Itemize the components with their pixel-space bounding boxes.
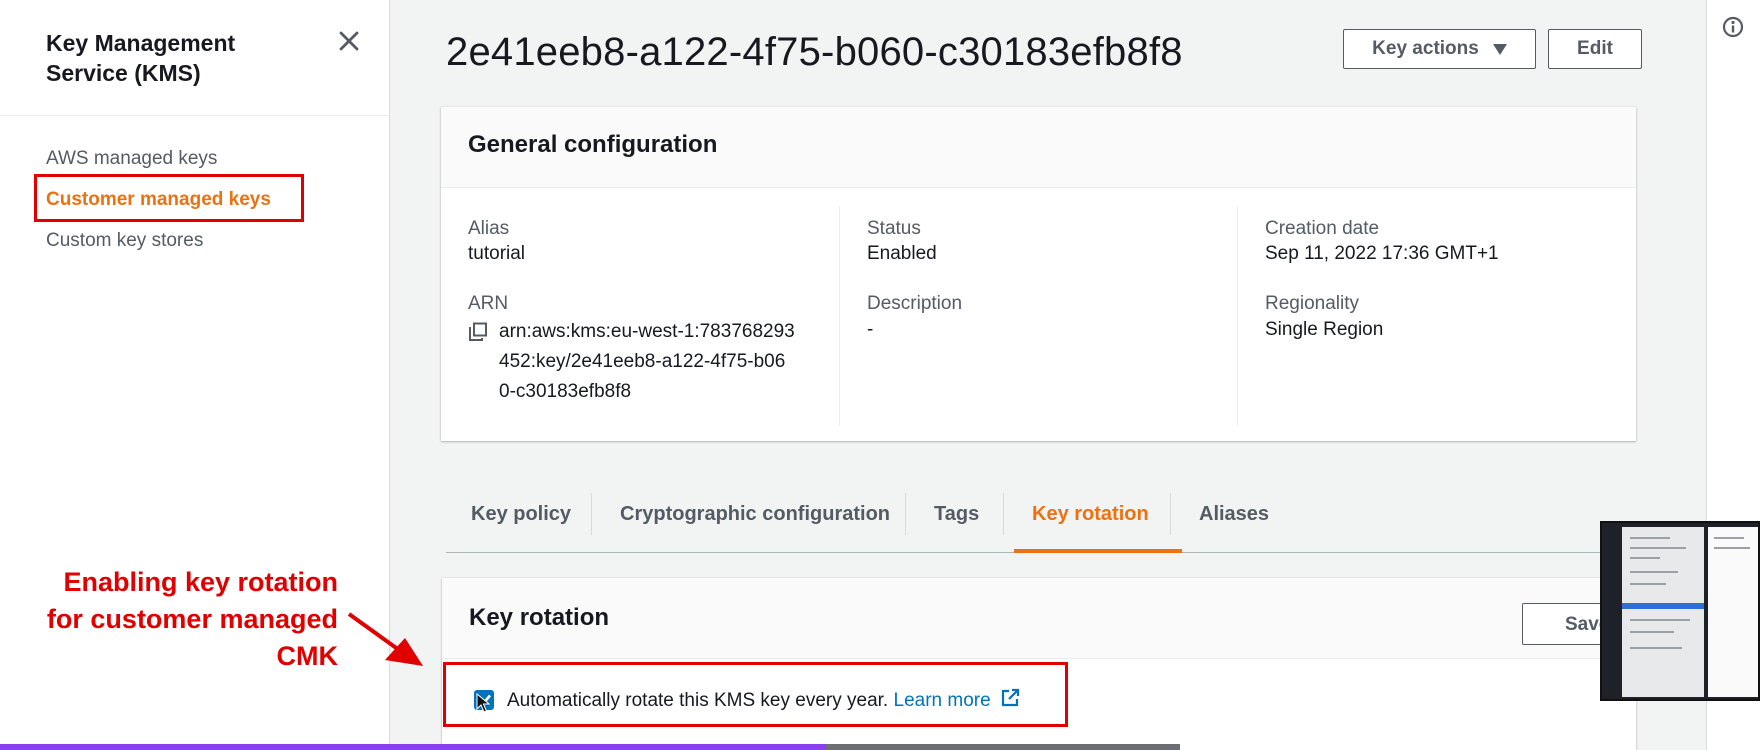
thumbnail-line: [1630, 619, 1690, 621]
regionality-label: Regionality: [1265, 293, 1359, 314]
creation-date-value: Sep 11, 2022 17:36 GMT+1: [1265, 243, 1499, 264]
tab-separator: [591, 493, 592, 535]
description-value: -: [867, 319, 874, 340]
thumbnail-line: [1630, 547, 1686, 549]
description-label: Description: [867, 293, 963, 314]
arn-line: 0-c30183efb8f8: [499, 381, 632, 402]
key-actions-label: Key actions: [1372, 38, 1479, 59]
key-rotation-title: Key rotation: [469, 604, 610, 631]
panel-header: General configuration: [441, 107, 1636, 188]
thumbnail-right-pane: [1708, 527, 1758, 697]
tab-separator: [1170, 493, 1171, 535]
key-actions-button[interactable]: Key actions: [1343, 29, 1536, 69]
panel-title: General configuration: [468, 131, 718, 158]
edit-label: Edit: [1577, 38, 1613, 59]
thumbnail-line: [1714, 537, 1744, 539]
creation-date-label: Creation date: [1265, 218, 1380, 239]
thumbnail-line: [1630, 571, 1678, 573]
thumbnail-selection: [1622, 603, 1704, 609]
info-icon[interactable]: [1722, 16, 1744, 38]
active-tab-indicator: [1014, 549, 1182, 553]
thumbnail-line: [1630, 557, 1660, 559]
arn-line: arn:aws:kms:eu-west-1:783768293: [499, 321, 795, 342]
regionality-value: Single Region: [1265, 319, 1384, 340]
highlight-box-rotation-checkbox: [443, 662, 1068, 727]
thumbnail-preview: [1600, 521, 1760, 701]
highlight-box-customer-managed-keys: [34, 174, 304, 222]
alias-label: Alias: [468, 218, 510, 239]
status-label: Status: [867, 218, 921, 239]
annotation-text: Enabling key rotation for customer manag…: [20, 564, 338, 675]
copy-icon[interactable]: [468, 322, 488, 342]
tab-tags[interactable]: Tags: [934, 503, 979, 526]
thumbnail-line: [1714, 547, 1750, 549]
thumbnail-line: [1630, 647, 1682, 649]
column-divider: [839, 206, 840, 426]
page-title: 2e41eeb8-a122-4f75-b060-c30183efb8f8: [446, 30, 1183, 74]
panel-header: Key rotation: [442, 578, 1636, 659]
tab-key-rotation[interactable]: Key rotation: [1032, 503, 1149, 526]
thumbnail-line: [1630, 583, 1666, 585]
thumbnail-line: [1630, 537, 1670, 539]
tab-separator: [905, 493, 906, 535]
arn-value: arn:aws:kms:eu-west-1:783768293 452:key/…: [499, 317, 795, 407]
sidebar-item-aws-managed-keys[interactable]: AWS managed keys: [46, 148, 217, 170]
thumbnail-line: [1630, 631, 1674, 633]
arn-line: 452:key/2e41eeb8-a122-4f75-b06: [499, 351, 786, 372]
progress-bar: [0, 744, 1180, 750]
annotation-line: Enabling key rotation: [63, 567, 338, 597]
caret-down-icon: [1492, 43, 1507, 55]
status-value: Enabled: [867, 243, 937, 264]
tab-key-policy[interactable]: Key policy: [471, 503, 571, 526]
sidebar-title: Key Management Service (KMS): [46, 30, 236, 86]
tab-aliases[interactable]: Aliases: [1199, 503, 1269, 526]
arn-label: ARN: [468, 293, 509, 314]
close-icon[interactable]: [336, 28, 362, 54]
tab-cryptographic-configuration[interactable]: Cryptographic configuration: [620, 503, 890, 526]
annotation-line: for customer managed: [46, 604, 338, 634]
edit-button[interactable]: Edit: [1548, 29, 1642, 69]
annotation-line: CMK: [276, 641, 339, 671]
sidebar-item-custom-key-stores[interactable]: Custom key stores: [46, 230, 203, 252]
thumbnail-pane: [1622, 527, 1704, 697]
general-configuration-panel: General configuration Alias tutorial ARN…: [441, 107, 1636, 441]
alias-value: tutorial: [468, 243, 526, 264]
tab-separator: [1003, 493, 1004, 535]
sidebar-divider: [0, 115, 390, 116]
column-divider: [1237, 206, 1238, 426]
progress-fill: [0, 744, 826, 750]
annotation-arrow-icon: [347, 612, 423, 666]
